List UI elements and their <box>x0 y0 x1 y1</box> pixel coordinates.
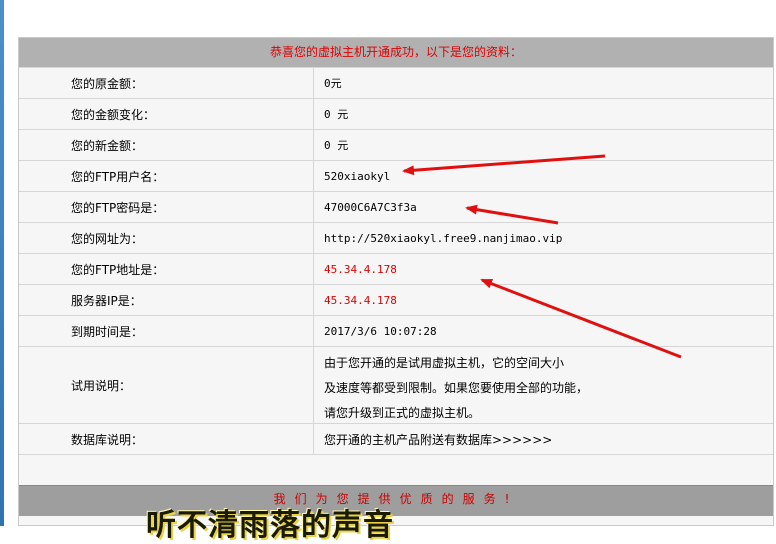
row-label: 您的原金额： <box>19 68 314 98</box>
account-info-panel: 恭喜您的虚拟主机开通成功，以下是您的资料： 您的原金额： 0元 您的金额变化： … <box>18 37 774 526</box>
row-label: 服务器IP是： <box>19 285 314 315</box>
table-row: 您的FTP密码是： 47000C6A7C3f3a <box>19 191 773 222</box>
row-label: 您的网址为： <box>19 223 314 253</box>
overlay-caption: 听不清雨落的声音 <box>146 508 394 543</box>
trial-notice-text: 由于您开通的是试用虚拟主机，它的空间大小 及速度等都受到限制。如果您要使用全部的… <box>314 347 773 423</box>
ftp-address-value: 45.34.4.178 <box>324 262 397 276</box>
row-label: 您的FTP地址是： <box>19 254 314 284</box>
table-row: 到期时间是： 2017/3/6 10:07:28 <box>19 315 773 346</box>
trial-line: 及速度等都受到限制。如果您要使用全部的功能， <box>324 381 589 395</box>
row-label: 到期时间是： <box>19 316 314 346</box>
blank-row <box>19 454 773 485</box>
table-row: 您的网址为： http://520xiaokyl.free9.nanjimao.… <box>19 222 773 253</box>
new-balance-value: 0 元 <box>324 139 349 152</box>
service-footer: 我们为您提供优质的服务! <box>19 485 773 516</box>
database-value: 您开通的主机产品附送有数据库>>>>>> <box>324 432 553 447</box>
original-balance-value: 0元 <box>324 77 342 90</box>
row-label: 您的新金额： <box>19 130 314 160</box>
row-label: 您的金额变化： <box>19 99 314 129</box>
row-label: 试用说明： <box>19 347 314 423</box>
balance-change-value: 0 元 <box>324 108 349 121</box>
success-header: 恭喜您的虚拟主机开通成功，以下是您的资料： <box>19 38 773 67</box>
table-row: 您的原金额： 0元 <box>19 67 773 98</box>
table-row: 您的新金额： 0 元 <box>19 129 773 160</box>
expiry-time-value: 2017/3/6 10:07:28 <box>324 324 437 338</box>
site-url-value[interactable]: http://520xiaokyl.free9.nanjimao.vip <box>314 223 773 253</box>
row-label: 您的FTP用户名： <box>19 161 314 191</box>
row-label: 您的FTP密码是： <box>19 192 314 222</box>
trial-notice-row: 试用说明： 由于您开通的是试用虚拟主机，它的空间大小 及速度等都受到限制。如果您… <box>19 346 773 423</box>
table-row: 您的FTP用户名： 520xiaokyl <box>19 160 773 191</box>
server-ip-value: 45.34.4.178 <box>324 293 397 307</box>
table-row: 您的金额变化： 0 元 <box>19 98 773 129</box>
left-window-strip <box>0 0 4 526</box>
trial-line: 由于您开通的是试用虚拟主机，它的空间大小 <box>324 356 565 370</box>
ftp-password-value: 47000C6A7C3f3a <box>324 200 417 214</box>
table-row: 您的FTP地址是： 45.34.4.178 <box>19 253 773 284</box>
ftp-username-value: 520xiaokyl <box>324 169 391 183</box>
row-label: 数据库说明： <box>19 424 314 454</box>
table-row: 服务器IP是： 45.34.4.178 <box>19 284 773 315</box>
database-row: 数据库说明： 您开通的主机产品附送有数据库>>>>>> <box>19 423 773 454</box>
